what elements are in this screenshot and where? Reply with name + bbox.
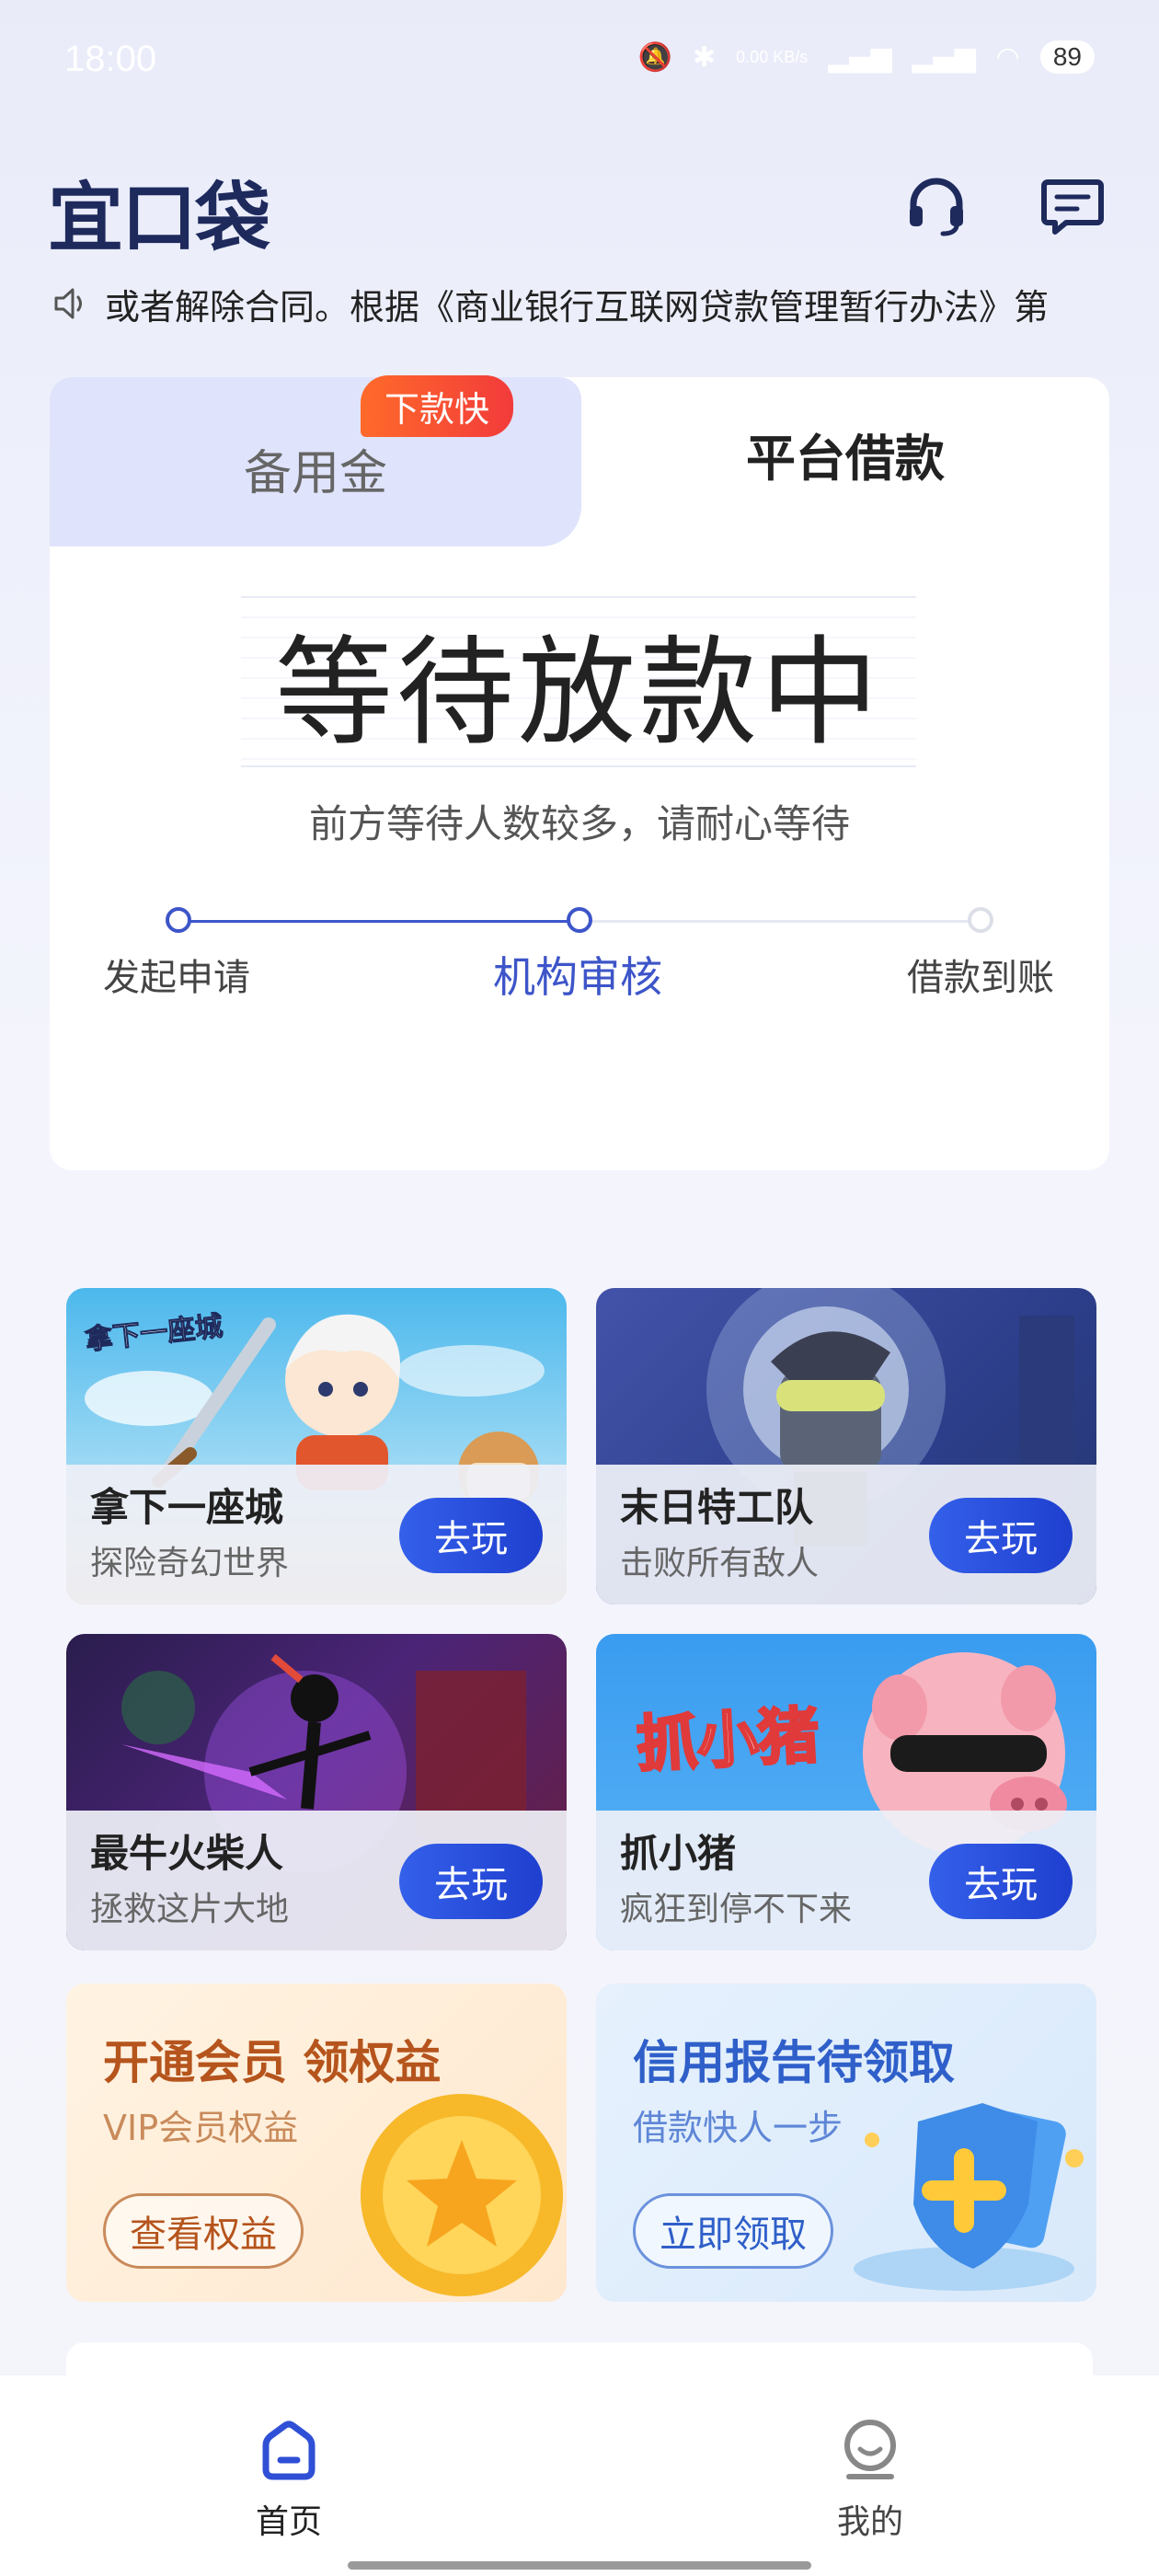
signal-icon: ▂▄▆: [828, 40, 892, 74]
mute-icon: 🔕: [637, 40, 673, 74]
step-dot-arrive: [968, 907, 993, 933]
game-desc: 拯救这片大地: [90, 1891, 290, 1928]
game-card-catch-the-pig[interactable]: 抓小猪 抓小猪 疯狂到停不下来 去玩: [596, 1634, 1096, 1950]
gold-coin-icon: [361, 2094, 563, 2296]
game-name: 末日特工队: [620, 1485, 814, 1530]
game-card-stickman[interactable]: 最牛火柴人 拯救这片大地 去玩: [66, 1634, 567, 1950]
status-icons: 🔕 ✱ 0.00 KB/s ▂▄▆ ▂▄▆ ◠ 89: [638, 40, 1095, 74]
play-button[interactable]: 去玩: [399, 1498, 543, 1573]
play-button[interactable]: 去玩: [399, 1844, 543, 1919]
speaker-icon: [54, 288, 82, 319]
play-button[interactable]: 去玩: [929, 1498, 1073, 1573]
game-desc: 疯狂到停不下来: [620, 1891, 853, 1928]
claim-now-button[interactable]: 立即领取: [633, 2193, 833, 2269]
app-logo: 宜口袋: [48, 175, 270, 262]
game-card-doomsday-squad[interactable]: 末日特工队 击败所有敌人 去玩: [596, 1288, 1096, 1604]
message-icon[interactable]: [1036, 170, 1109, 244]
promo-title: 开通会员 领权益: [103, 2036, 442, 2089]
wifi-icon: ◠: [995, 40, 1020, 74]
view-benefits-button[interactable]: 查看权益: [103, 2193, 304, 2269]
signal-icon-2: ▂▄▆: [912, 40, 976, 74]
promo-card-vip[interactable]: 开通会员 领权益 VIP会员权益 查看权益: [66, 1984, 567, 2302]
tab-platform-loan[interactable]: 平台借款: [581, 377, 1109, 546]
fast-payout-badge: 下款快: [361, 375, 514, 437]
game-name: 抓小猪: [620, 1831, 737, 1876]
network-speed: 0.00 KB/s: [736, 48, 809, 66]
step-label-apply: 发起申请: [103, 957, 250, 999]
step-label-review: 机构审核: [493, 952, 662, 1002]
notice-text: 或者解除合同。根据《商业银行互联网贷款管理暂行办法》第: [105, 286, 1050, 328]
customer-service-icon[interactable]: [900, 170, 973, 244]
loan-status-card: 备用金 平台借款: [50, 377, 1109, 1170]
promo-title: 信用报告待领取: [633, 2036, 955, 2089]
status-subtitle: 前方等待人数较多，请耐心等待: [308, 801, 850, 846]
step-label-arrive: 借款到账: [907, 957, 1054, 999]
promo-card-credit-report[interactable]: 信用报告待领取 借款快人一步 立即领取: [596, 1984, 1096, 2302]
game-name: 拿下一座城: [90, 1485, 284, 1530]
promo-subtitle: VIP会员权益: [103, 2108, 299, 2148]
step-dot-review: [567, 907, 592, 933]
step-dot-apply: [166, 907, 191, 933]
promo-subtitle: 借款快人一步: [633, 2108, 843, 2148]
home-icon: [262, 2421, 316, 2480]
nav-label: 首页: [255, 2503, 322, 2541]
nav-home[interactable]: 首页: [197, 2418, 381, 2543]
bluetooth-icon: ✱: [693, 40, 717, 74]
profile-icon: [844, 2420, 896, 2479]
battery-indicator: 89: [1039, 40, 1095, 74]
status-time: 18:00: [64, 39, 157, 79]
game-art-title: 抓小猪: [634, 1698, 822, 1781]
game-desc: 击败所有敌人: [620, 1545, 820, 1582]
progress-line-pending: [580, 920, 981, 923]
bottom-nav: 首页 我的: [0, 2375, 1159, 2576]
system-home-indicator[interactable]: [348, 2561, 811, 2570]
nav-label: 我的: [836, 2503, 903, 2541]
play-button[interactable]: 去玩: [929, 1844, 1073, 1919]
game-name: 最牛火柴人: [90, 1831, 284, 1876]
status-title: 等待放款中: [274, 624, 882, 762]
shield-icon: [854, 2103, 1084, 2291]
notice-bar[interactable]: 或者解除合同。根据《商业银行互联网贷款管理暂行办法》第: [52, 278, 1109, 329]
tab-label: 平台借款: [746, 429, 945, 488]
progress-line-done: [178, 920, 580, 923]
nav-mine[interactable]: 我的: [778, 2418, 962, 2543]
game-desc: 探险奇幻世界: [90, 1545, 290, 1582]
game-card-take-a-city[interactable]: 拿下一座城 拿下一座城 探险奇幻世界 去玩: [66, 1288, 567, 1604]
status-title-box: 等待放款中: [241, 596, 916, 767]
